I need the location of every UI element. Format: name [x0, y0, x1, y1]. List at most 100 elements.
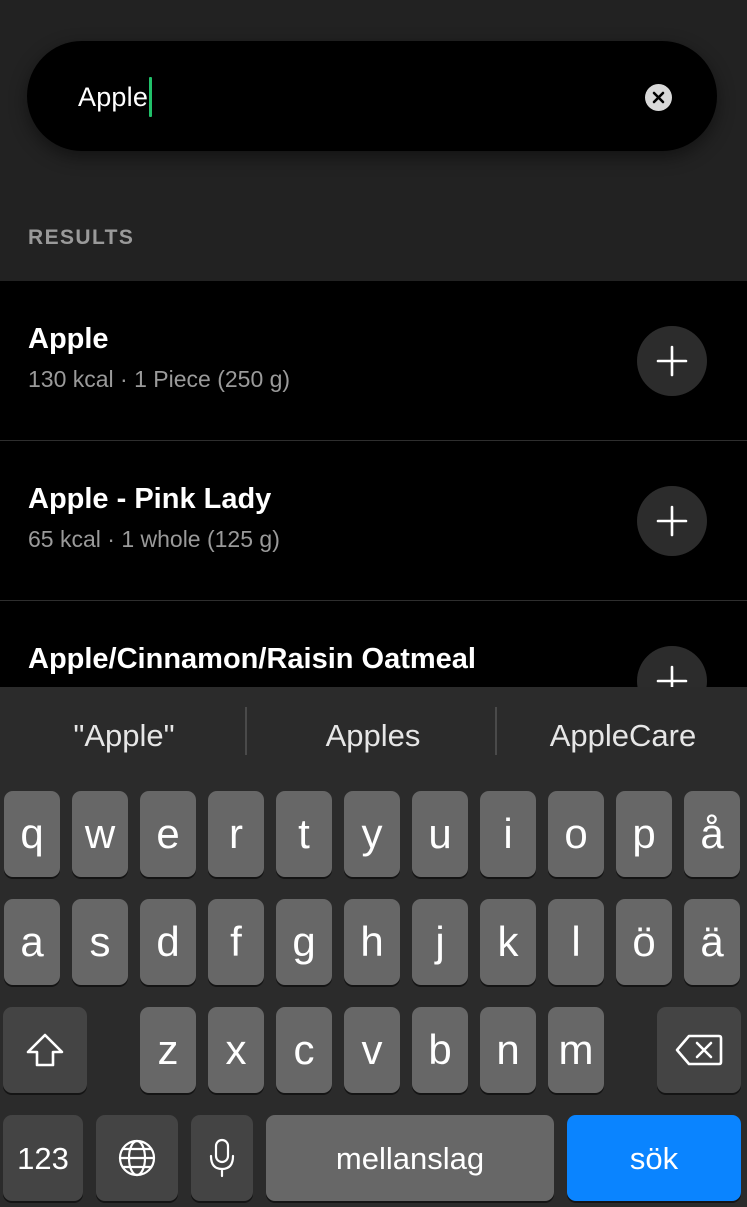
space-key[interactable]: mellanslag [266, 1115, 554, 1201]
text-caret [149, 77, 153, 117]
add-food-button[interactable] [637, 646, 707, 687]
result-item[interactable]: Apple/Cinnamon/Raisin Oatmeal [0, 601, 747, 687]
result-meta: 130 kcal · 1 Piece (250 g) [28, 366, 291, 392]
key-e[interactable]: e [140, 791, 196, 877]
search-key-label: sök [629, 1140, 679, 1176]
key-label: r [229, 810, 243, 857]
key-z[interactable]: z [140, 1007, 196, 1093]
key-o[interactable]: o [548, 791, 604, 877]
key-v[interactable]: v [344, 1007, 400, 1093]
key-label: b [428, 1026, 452, 1073]
key-d[interactable]: d [140, 899, 196, 985]
search-key[interactable]: sök [567, 1115, 741, 1201]
key-label: g [292, 918, 316, 965]
divider [495, 707, 497, 755]
key-label: s [89, 918, 111, 965]
key-u[interactable]: u [412, 791, 468, 877]
key-h[interactable]: h [344, 899, 400, 985]
key-t[interactable]: t [276, 791, 332, 877]
key-label: h [360, 918, 384, 965]
key-label: p [632, 810, 656, 857]
key-y[interactable]: y [344, 791, 400, 877]
key-f[interactable]: f [208, 899, 264, 985]
key-label: e [156, 810, 180, 857]
key-label: q [20, 810, 44, 857]
key-c[interactable]: c [276, 1007, 332, 1093]
suggestion-bar: "Apple" Apples AppleCare [0, 687, 747, 787]
keyboard: "Apple" Apples AppleCare qwe r t yu i opå asd f… [0, 687, 747, 1207]
plus-icon [656, 345, 688, 377]
result-title: Apple [28, 323, 109, 355]
screen: Apple RESULTS Apple 130 kcal · 1 Piece (… [0, 0, 747, 1207]
key-label: v [361, 1026, 383, 1073]
shift-icon [26, 1033, 64, 1067]
key-label: o [564, 810, 588, 857]
numbers-key[interactable]: 123 [3, 1115, 83, 1201]
result-title: Apple/Cinnamon/Raisin Oatmeal [28, 643, 476, 675]
key-label: w [84, 810, 116, 857]
key-label: ä [700, 918, 724, 965]
search-input[interactable]: Apple [78, 77, 153, 117]
key-r[interactable]: r [208, 791, 264, 877]
key-label: d [156, 918, 180, 965]
key-x[interactable]: x [208, 1007, 264, 1093]
globe-icon [118, 1139, 156, 1177]
key-q[interactable]: q [4, 791, 60, 877]
suggestion-item[interactable]: AppleCare [499, 705, 747, 767]
clear-search-button[interactable] [645, 84, 672, 111]
search-query: Apple [78, 82, 149, 112]
key-label: t [298, 810, 310, 857]
dictation-key[interactable] [191, 1115, 253, 1201]
key-label: j [435, 918, 445, 965]
key-label: f [230, 918, 242, 965]
key-label: k [497, 918, 519, 965]
plus-icon [656, 665, 688, 687]
key-s[interactable]: s [72, 899, 128, 985]
key-n[interactable]: n [480, 1007, 536, 1093]
result-title: Apple - Pink Lady [28, 483, 272, 515]
search-bar[interactable]: Apple [27, 41, 717, 151]
key-g[interactable]: g [276, 899, 332, 985]
result-item[interactable]: Apple 130 kcal · 1 Piece (250 g) [0, 281, 747, 441]
key-label: y [361, 810, 383, 857]
key-j[interactable]: j [412, 899, 468, 985]
key-label: å [700, 810, 724, 857]
add-food-button[interactable] [637, 486, 707, 556]
key-b[interactable]: b [412, 1007, 468, 1093]
close-icon [652, 91, 665, 104]
space-key-label: mellanslag [335, 1140, 485, 1176]
add-food-button[interactable] [637, 326, 707, 396]
key-label: m [558, 1026, 594, 1073]
key-m[interactable]: m [548, 1007, 604, 1093]
shift-key[interactable] [3, 1007, 87, 1093]
key-label: i [503, 810, 513, 857]
divider [245, 707, 247, 755]
suggestion-item[interactable]: Apples [249, 705, 497, 767]
results-list: Apple 130 kcal · 1 Piece (250 g) Apple -… [0, 281, 747, 687]
globe-key[interactable] [96, 1115, 178, 1201]
key-k[interactable]: k [480, 899, 536, 985]
result-item[interactable]: Apple - Pink Lady 65 kcal · 1 whole (125… [0, 441, 747, 601]
key-ö[interactable]: ö [616, 899, 672, 985]
key-l[interactable]: l [548, 899, 604, 985]
key-label: c [293, 1026, 315, 1073]
key-w[interactable]: w [72, 791, 128, 877]
suggestion-item[interactable]: "Apple" [0, 705, 248, 767]
key-i[interactable]: i [480, 791, 536, 877]
microphone-icon [209, 1138, 235, 1178]
key-a[interactable]: a [4, 899, 60, 985]
key-label: n [496, 1026, 520, 1073]
key-p[interactable]: p [616, 791, 672, 877]
key-label: z [157, 1026, 179, 1073]
key-label: x [225, 1026, 247, 1073]
backspace-icon [675, 1034, 723, 1066]
backspace-key[interactable] [657, 1007, 741, 1093]
key-label: u [428, 810, 452, 857]
results-heading: RESULTS [28, 226, 135, 249]
key-label: a [20, 918, 44, 965]
key-label: ö [632, 918, 656, 965]
result-meta: 65 kcal · 1 whole (125 g) [28, 526, 280, 552]
plus-icon [656, 505, 688, 537]
key-å[interactable]: å [684, 791, 740, 877]
key-ä[interactable]: ä [684, 899, 740, 985]
